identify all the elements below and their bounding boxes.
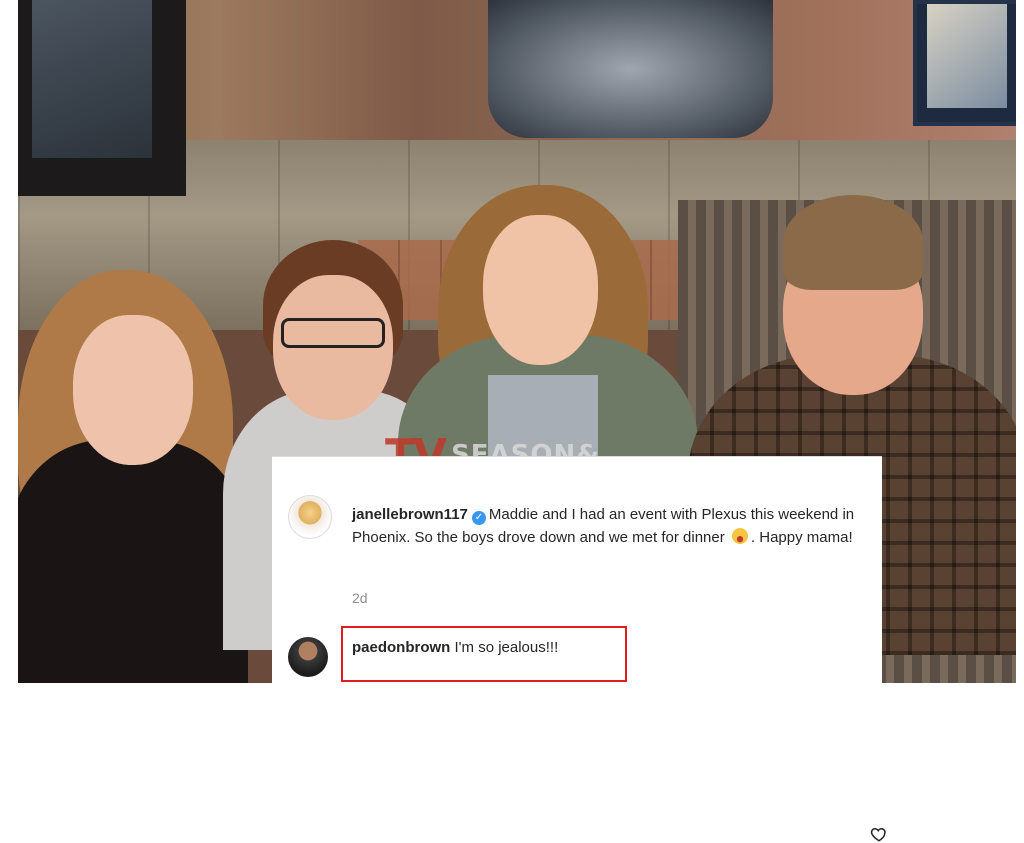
caption-text-end: . Happy mama! xyxy=(750,529,853,546)
comment-highlight-box xyxy=(341,626,627,682)
picture-frame-left xyxy=(18,0,186,196)
heart-icon[interactable] xyxy=(870,825,888,843)
verified-badge-icon: ✓ xyxy=(471,511,486,525)
poster-username[interactable]: janellebrown117 xyxy=(352,506,468,523)
poster-avatar[interactable] xyxy=(288,495,332,539)
post-timestamp[interactable]: 2d xyxy=(352,590,368,606)
grinning-emoji-icon xyxy=(731,528,748,544)
ornate-mirror xyxy=(488,0,773,138)
post-caption: janellebrown117 ✓ Maddie and I had an even… xyxy=(352,503,862,549)
picture-frame-right xyxy=(913,0,1016,126)
commenter-avatar[interactable] xyxy=(288,637,328,677)
